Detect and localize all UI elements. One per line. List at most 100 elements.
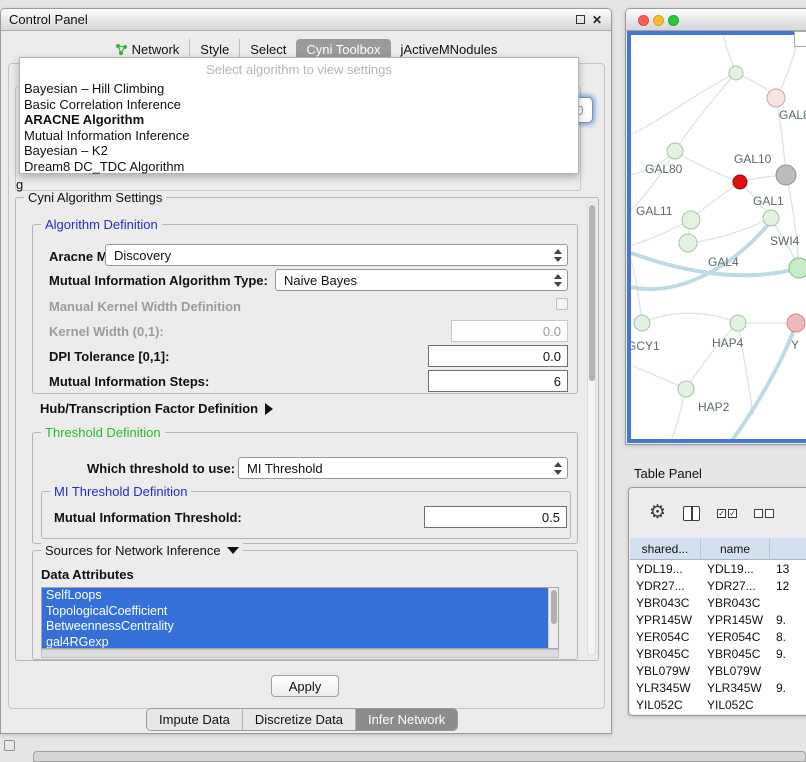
network-node-gal4[interactable] bbox=[679, 234, 697, 252]
sources-group: Sources for Network Inference Data Attri… bbox=[32, 550, 578, 660]
scrollbar-thumb[interactable] bbox=[589, 205, 595, 381]
chevron-down-icon bbox=[227, 547, 239, 554]
mi-type-combobox[interactable]: Naive Bayes bbox=[275, 269, 568, 291]
node-table: shared... name YDL19... YDL19... 13 YDR2… bbox=[630, 538, 806, 714]
node-label: SWI4 bbox=[770, 234, 800, 248]
table-row[interactable]: YBR045C YBR045C 9. bbox=[630, 645, 806, 662]
network-node-gray[interactable] bbox=[776, 165, 796, 185]
list-item-selected[interactable]: gal4RGexp bbox=[42, 635, 548, 650]
table-panel-title: Table Panel bbox=[634, 466, 702, 481]
combo-arrows-icon bbox=[554, 274, 562, 287]
list-item-selected[interactable]: TopologicalCoefficient bbox=[42, 604, 548, 620]
table-row[interactable]: YBR043C YBR043C bbox=[630, 594, 806, 611]
algorithm-dropdown-popup: Select algorithm to view settings Bayesi… bbox=[19, 57, 579, 174]
list-horizontal-scrollbar[interactable] bbox=[41, 649, 559, 658]
node-label: GAL8 bbox=[779, 108, 806, 122]
network-node[interactable] bbox=[729, 66, 743, 80]
gear-icon[interactable]: ⚙ bbox=[649, 503, 666, 523]
network-canvas-frame: GAL8 GAL80 GAL10 GAL1 GAL11 SWI4 GAL4 GC… bbox=[627, 31, 806, 443]
apply-button[interactable]: Apply bbox=[271, 675, 339, 697]
network-view-window: GAL8 GAL80 GAL10 GAL1 GAL11 SWI4 GAL4 GC… bbox=[625, 8, 806, 445]
network-node-gal11[interactable] bbox=[682, 211, 700, 229]
table-row[interactable]: YDR27... YDR27... 12 bbox=[630, 577, 806, 594]
mi-threshold-field[interactable]: 0.5 bbox=[424, 506, 567, 528]
dpi-tolerance-field[interactable]: 0.0 bbox=[428, 345, 568, 367]
algorithm-option[interactable]: Mutual Information Inference bbox=[20, 128, 578, 144]
hub-definition-toggle[interactable]: Hub/Transcription Factor Definition bbox=[40, 401, 273, 416]
mi-steps-field[interactable]: 6 bbox=[428, 370, 568, 392]
node-label: GCY1 bbox=[631, 339, 660, 353]
window-title: Control Panel bbox=[9, 12, 88, 27]
manual-kernel-label: Manual Kernel Width Definition bbox=[49, 299, 241, 314]
algorithm-option[interactable]: Dream8 DC_TDC Algorithm bbox=[20, 159, 578, 175]
dpi-tolerance-label: DPI Tolerance [0,1]: bbox=[49, 349, 169, 364]
select-all-columns-icon[interactable]: ✓ ✓ bbox=[717, 509, 737, 518]
combo-arrows-icon bbox=[554, 462, 562, 475]
node-label: GAL10 bbox=[734, 152, 772, 166]
network-node-gal1[interactable] bbox=[763, 210, 779, 226]
manual-kernel-checkbox[interactable] bbox=[556, 298, 568, 310]
table-row[interactable]: YIL052C YIL052C bbox=[630, 696, 806, 713]
bottom-tabs: Impute Data Discretize Data Infer Networ… bbox=[146, 708, 458, 731]
table-panel-window: ⚙ ✓ ✓ shared... name YDL19... YDL19... 1… bbox=[628, 487, 806, 716]
column-header[interactable] bbox=[770, 538, 806, 560]
dropdown-placeholder: Select algorithm to view settings bbox=[20, 58, 578, 81]
close-icon[interactable]: ✕ bbox=[592, 12, 602, 28]
tab-impute-data[interactable]: Impute Data bbox=[147, 709, 242, 730]
aracne-mode-combobox[interactable]: Discovery bbox=[105, 244, 568, 266]
list-scrollbar[interactable] bbox=[548, 588, 558, 648]
mi-threshold-label: Mutual Information Threshold: bbox=[54, 510, 242, 525]
float-window-icon[interactable] bbox=[576, 15, 585, 24]
settings-scrollbar[interactable] bbox=[587, 202, 596, 656]
close-traffic-light[interactable] bbox=[638, 15, 649, 26]
data-attributes-list[interactable]: SelfLoops TopologicalCoefficient Between… bbox=[41, 587, 559, 649]
network-node-gal80[interactable] bbox=[667, 143, 683, 159]
tab-discretize-data[interactable]: Discretize Data bbox=[242, 709, 355, 730]
combo-arrows-icon bbox=[554, 249, 562, 262]
network-node-pink[interactable] bbox=[787, 314, 805, 332]
list-item-selected[interactable]: SelfLoops bbox=[42, 588, 548, 604]
collapsed-panel-icon[interactable] bbox=[4, 740, 15, 751]
algorithm-option[interactable]: Basic Correlation Inference bbox=[20, 97, 578, 113]
table-row[interactable]: YLR345W YLR345W 9. bbox=[630, 679, 806, 696]
table-row[interactable]: YBL079W YBL079W bbox=[630, 662, 806, 679]
minimize-traffic-light[interactable] bbox=[653, 15, 664, 26]
network-node[interactable] bbox=[767, 89, 785, 107]
mi-type-label: Mutual Information Algorithm Type: bbox=[49, 273, 268, 288]
columns-icon[interactable] bbox=[683, 506, 700, 521]
table-row[interactable]: YER054C YER054C 8. bbox=[630, 628, 806, 645]
node-label: Y bbox=[791, 338, 799, 352]
network-canvas[interactable]: GAL8 GAL80 GAL10 GAL1 GAL11 SWI4 GAL4 GC… bbox=[631, 35, 806, 442]
control-panel-titlebar[interactable]: Control Panel ✕ bbox=[1, 9, 611, 31]
network-window-titlebar[interactable] bbox=[626, 9, 806, 31]
network-node-gcy1[interactable] bbox=[634, 315, 650, 331]
algorithm-option[interactable]: Bayesian – K2 bbox=[20, 143, 578, 159]
column-header[interactable]: name bbox=[701, 538, 770, 560]
column-header[interactable]: shared... bbox=[630, 538, 701, 560]
data-attributes-label: Data Attributes bbox=[41, 567, 134, 582]
algorithm-option[interactable]: Bayesian – Hill Climbing bbox=[20, 81, 578, 97]
kernel-width-field[interactable]: 0.0 bbox=[451, 320, 568, 342]
network-node-hap2[interactable] bbox=[678, 381, 694, 397]
table-row[interactable]: YPR145W YPR145W 9. bbox=[630, 611, 806, 628]
tab-infer-network[interactable]: Infer Network bbox=[355, 709, 457, 730]
network-node-hap4[interactable] bbox=[730, 315, 746, 331]
sources-legend-toggle[interactable]: Sources for Network Inference bbox=[41, 543, 243, 558]
table-header-row: shared... name bbox=[630, 538, 806, 560]
network-node-gal10-red[interactable] bbox=[733, 175, 747, 189]
mi-threshold-legend: MI Threshold Definition bbox=[50, 484, 191, 499]
threshold-definition-group: Threshold Definition Which threshold to … bbox=[32, 432, 578, 544]
network-node-swi4[interactable] bbox=[789, 258, 806, 278]
table-row[interactable]: YDL19... YDL19... 13 bbox=[630, 560, 806, 577]
algorithm-option-selected[interactable]: ARACNE Algorithm bbox=[20, 112, 578, 128]
table-toolbar: ⚙ ✓ ✓ bbox=[629, 488, 806, 538]
clipped-window-fragment bbox=[794, 31, 806, 47]
zoom-traffic-light[interactable] bbox=[668, 15, 679, 26]
settings-group-legend: Cyni Algorithm Settings bbox=[24, 190, 166, 205]
which-threshold-combobox[interactable]: MI Threshold bbox=[238, 457, 568, 479]
node-label: GAL80 bbox=[645, 162, 683, 176]
list-item-selected[interactable]: BetweennessCentrality bbox=[42, 619, 548, 635]
deselect-all-columns-icon[interactable] bbox=[754, 509, 774, 518]
scrollbar-thumb[interactable] bbox=[551, 590, 557, 624]
node-label: GAL1 bbox=[753, 194, 784, 208]
